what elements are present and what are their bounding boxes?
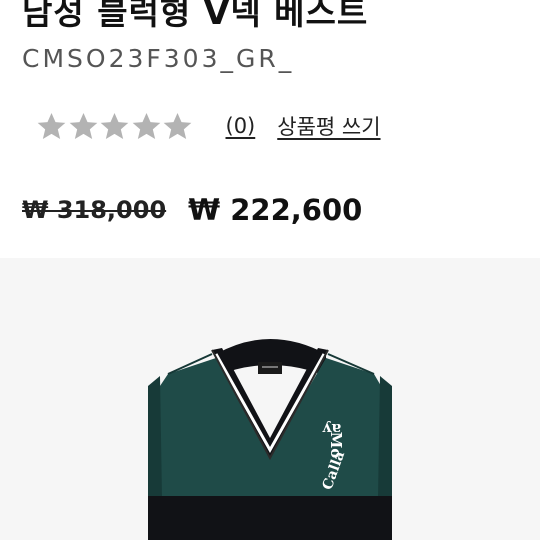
star-icon	[100, 112, 129, 139]
vest-illustration: ay Mo Calla	[148, 339, 392, 540]
vest-body-green	[148, 358, 392, 498]
star-icon	[132, 112, 160, 139]
original-price: ₩ 318,000	[22, 196, 167, 224]
star-icon	[37, 112, 66, 139]
star-icon	[69, 112, 97, 139]
review-count-link[interactable]: (0)	[226, 114, 256, 138]
star-icon	[163, 112, 192, 139]
price-row: ₩ 318,000 ₩ 222,600	[22, 190, 362, 230]
product-title: 남성 블럭형 V넥 베스트	[22, 0, 369, 32]
write-review-link[interactable]: 상품평 쓰기	[277, 111, 380, 141]
sale-price: ₩ 222,600	[188, 193, 363, 227]
star-rating	[36, 111, 194, 142]
product-image[interactable]: ay Mo Calla	[0, 258, 540, 540]
rating-row: (0) 상품평 쓰기	[36, 106, 381, 146]
product-code: CMSO23F303_GR_	[22, 44, 295, 73]
vest-body-black	[148, 496, 392, 540]
